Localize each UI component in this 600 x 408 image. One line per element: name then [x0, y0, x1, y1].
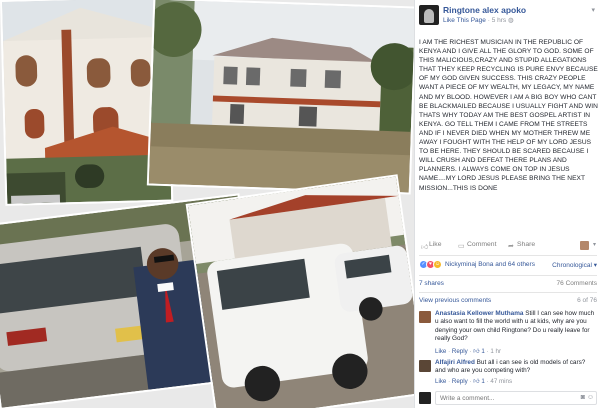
divider [419, 275, 597, 276]
sticker-icon[interactable]: ☺ [587, 394, 594, 401]
comment-item: Anastasia Kellower Muthama Still I can s… [419, 310, 597, 356]
comments-position: 6 of 76 [577, 297, 597, 304]
comment-order-label: Chronological [552, 262, 592, 269]
view-previous-comments-link[interactable]: View previous comments [419, 297, 491, 304]
comment-like-link[interactable]: Like [435, 378, 446, 385]
car-illustration [187, 176, 414, 408]
reactions-summary: ✓ ♥ ☺ Nickyminaj Bona and 64 others Chro… [419, 260, 597, 272]
comment-meta: Like · Reply · 👍︎ 1 · 47 mins [435, 378, 513, 385]
car-photo[interactable] [185, 174, 414, 408]
comment-item: Alfajiri Alfred But all i can see is old… [419, 359, 597, 391]
page-avatar[interactable] [419, 5, 439, 25]
shares-count[interactable]: 7 shares [419, 280, 444, 287]
reaction-names[interactable]: Nickyminaj Bona and 64 others [445, 261, 535, 268]
comment-body: Anastasia Kellower Muthama Still I can s… [435, 310, 595, 343]
chevron-down-icon[interactable]: ▾ [591, 6, 595, 14]
comment-body: Alfajiri Alfred But all i can see is old… [435, 359, 595, 376]
post-body: I AM THE RICHEST MUSICIAN IN THE REPUBLI… [419, 39, 598, 192]
commenter-avatar[interactable] [419, 311, 431, 323]
comments-count[interactable]: 76 Comments [557, 280, 597, 287]
camera-icon[interactable]: ◙ [581, 394, 585, 401]
house-illustration [148, 0, 414, 193]
divider [419, 292, 597, 293]
commenter-name[interactable]: Alfajiri Alfred [435, 359, 475, 366]
mansion-illustration [2, 0, 172, 204]
comment-like-link[interactable]: Like [435, 348, 446, 355]
share-arrow-icon[interactable]: ➦ [508, 242, 514, 250]
post-actions: 👍︎ Like ▭ Comment ➦ Share ▾ [419, 241, 597, 253]
comment-reply-link[interactable]: Reply [452, 378, 468, 385]
comment-like-count[interactable]: 1 [481, 378, 484, 385]
speech-bubble-icon[interactable]: ▭ [458, 242, 465, 250]
comment-like-count-icon: 👍︎ [473, 348, 480, 355]
facebook-post: Ringtone alex apoko Like This Page · 5 h… [414, 0, 600, 408]
post-meta: Like This Page · 5 hrs ◍ [443, 16, 514, 24]
comment-time[interactable]: 1 hr [490, 348, 501, 355]
post-time[interactable]: 5 hrs [492, 17, 506, 24]
comment-order-select[interactable]: Chronological ▾ [552, 261, 597, 269]
comment-like-count[interactable]: 1 [481, 348, 484, 355]
comment-reply-link[interactable]: Reply [452, 348, 468, 355]
haha-reaction-icon[interactable]: ☺ [433, 260, 442, 269]
share-button[interactable]: Share [517, 241, 535, 248]
comment-meta: Like · Reply · 👍︎ 1 · 1 hr [435, 348, 502, 355]
comments-navigation: View previous comments 6 of 76 [419, 297, 597, 307]
screenshot-root: Ringtone alex apoko Like This Page · 5 h… [0, 0, 600, 408]
commenter-name[interactable]: Anastasia Kellower Muthama [435, 310, 523, 317]
caret-down-icon[interactable]: ▾ [593, 241, 596, 248]
comment-button[interactable]: Comment [467, 241, 496, 248]
write-comment-box: ◙ ☺ [419, 391, 597, 405]
house-photo[interactable] [146, 0, 414, 195]
comment-like-count-icon: 👍︎ [473, 378, 480, 385]
acting-as-avatar[interactable] [580, 241, 589, 250]
post-counts: 7 shares 76 Comments [419, 280, 597, 290]
like-button[interactable]: Like [429, 241, 441, 248]
write-comment-input[interactable] [435, 391, 597, 405]
comment-time[interactable]: 47 mins [490, 378, 512, 385]
divider [419, 255, 597, 256]
photo-collage [0, 0, 414, 408]
post-header: Ringtone alex apoko Like This Page · 5 h… [419, 5, 597, 31]
globe-icon: ◍ [507, 17, 514, 24]
viewer-avatar [419, 392, 431, 404]
thumbs-up-icon[interactable]: 👍︎ [421, 242, 428, 251]
like-page-link[interactable]: Like This Page [443, 17, 486, 24]
page-name[interactable]: Ringtone alex apoko [443, 5, 526, 15]
commenter-avatar[interactable] [419, 360, 431, 372]
